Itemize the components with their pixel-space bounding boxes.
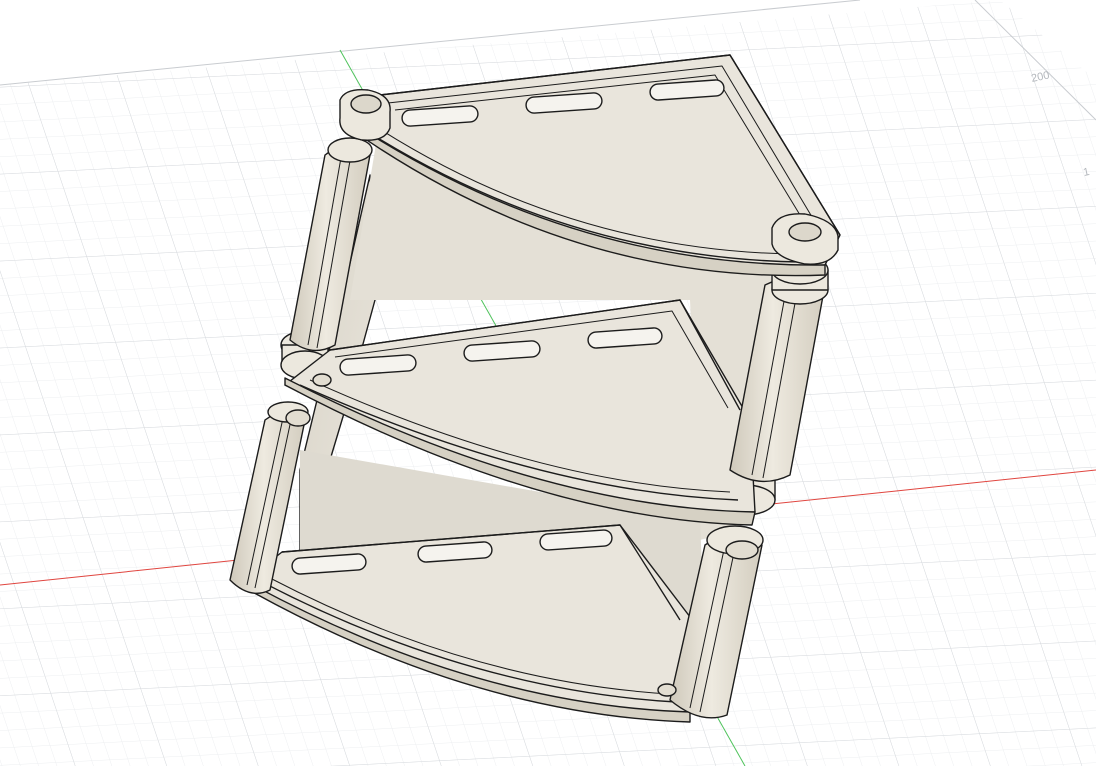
3d-viewport[interactable]: 200 1	[0, 0, 1096, 766]
boss-top-left	[339, 89, 391, 141]
collar-left-top	[327, 137, 373, 163]
